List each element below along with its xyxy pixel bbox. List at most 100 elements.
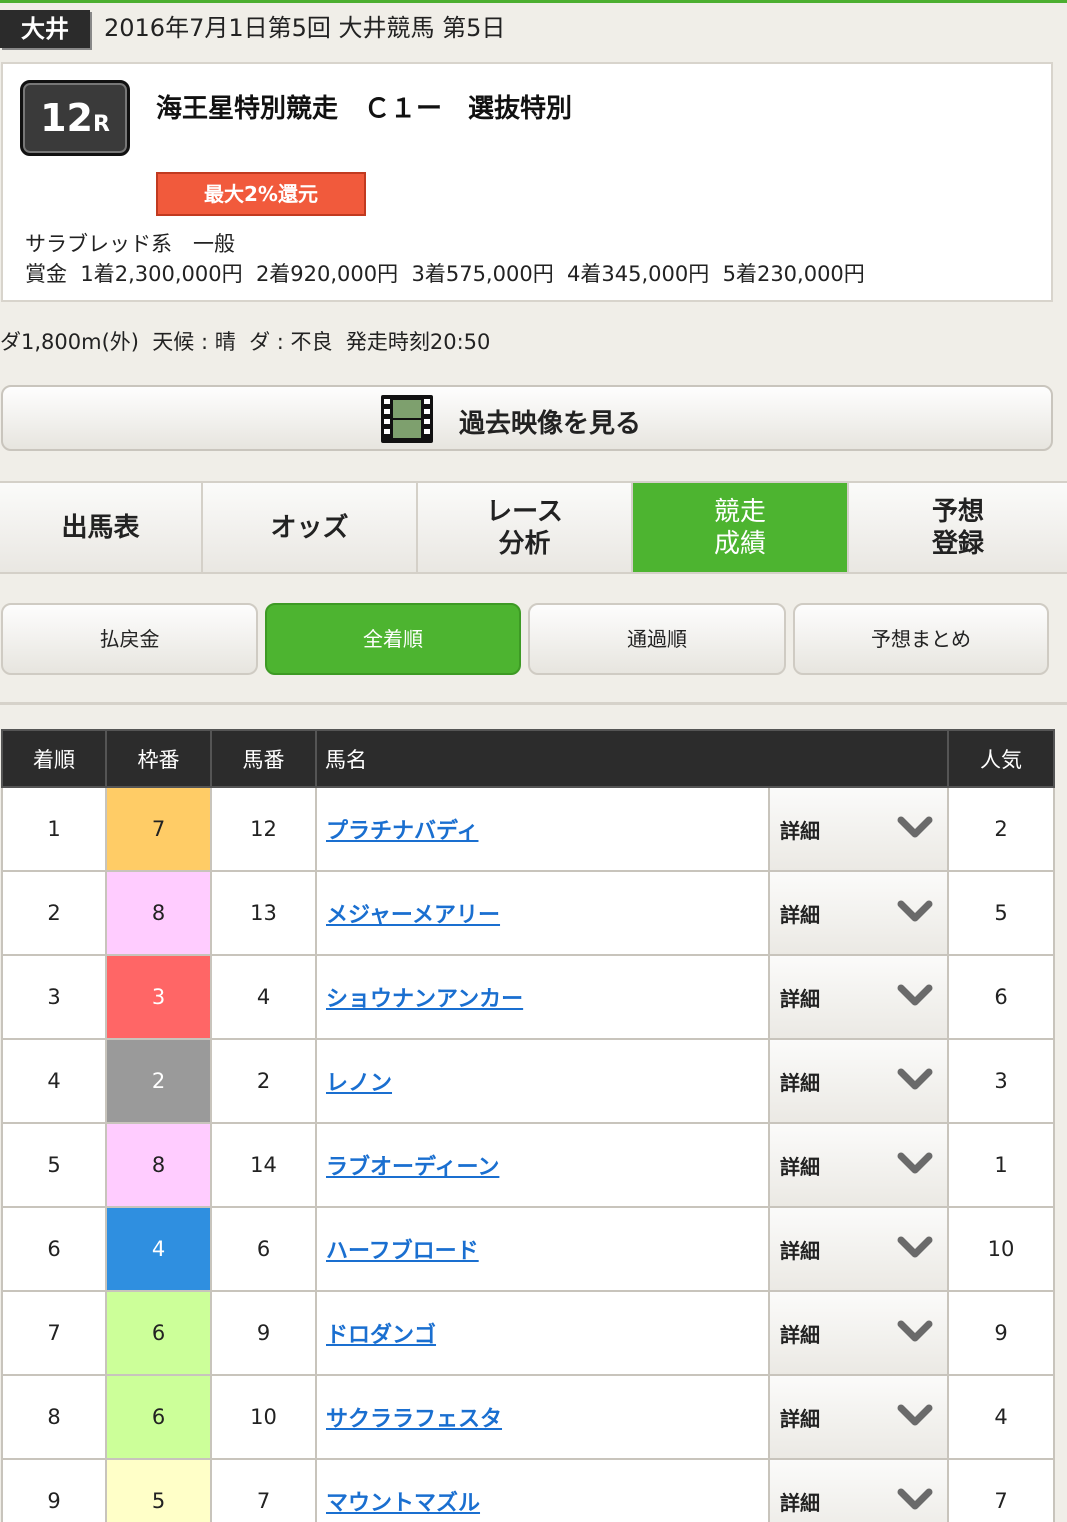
table-row: 7 6 9 ドロダンゴ 詳細 9 xyxy=(1,1290,1055,1376)
table-row: 5 8 14 ラブオーディーン 詳細 1 xyxy=(1,1122,1055,1208)
popularity-cell: 3 xyxy=(947,1038,1055,1124)
table-row: 4 2 2 レノン 詳細 3 xyxy=(1,1038,1055,1124)
header-popularity: 人気 xyxy=(947,729,1055,788)
tab-entries[interactable]: 出馬表 xyxy=(0,483,203,572)
horse-number-cell: 14 xyxy=(210,1122,317,1208)
detail-label: 詳細 xyxy=(780,1238,820,1263)
venue-badge: 大井 xyxy=(0,10,90,48)
frame-cell: 4 xyxy=(105,1206,212,1292)
detail-toggle[interactable]: 詳細 xyxy=(768,1038,949,1124)
tab-odds[interactable]: オッズ xyxy=(203,483,418,572)
popularity-cell: 1 xyxy=(947,1122,1055,1208)
race-prize: 賞金 1着2,300,000円 2着920,000円 3着575,000円 4着… xyxy=(25,262,865,286)
horse-name-link[interactable]: レノン xyxy=(326,1071,392,1096)
horse-name-cell: ラブオーディーン xyxy=(315,1122,770,1208)
horse-name-link[interactable]: ラブオーディーン xyxy=(326,1155,499,1180)
tab-race-results[interactable]: 競走 成績 xyxy=(633,483,849,572)
table-row: 2 8 13 メジャーメアリー 詳細 5 xyxy=(1,870,1055,956)
horse-name-cell: ハーフブロード xyxy=(315,1206,770,1292)
race-title: 海王星特別競走 Ｃ１ー 選抜特別 xyxy=(156,94,573,124)
horse-name-link[interactable]: プラチナバディ xyxy=(326,819,478,844)
detail-toggle[interactable]: 詳細 xyxy=(768,1374,949,1460)
results-table: 着順 枠番 馬番 馬名 人気 1 7 12 プラチナバディ 詳細 2 2 8 13 メジャーメアリ… xyxy=(1,729,1055,1522)
meeting-header: 大井 2016年7月1日第5回 大井競馬 第5日 xyxy=(0,8,1067,48)
horse-number-cell: 9 xyxy=(210,1290,317,1376)
detail-label: 詳細 xyxy=(780,1322,820,1347)
detail-toggle[interactable]: 詳細 xyxy=(768,954,949,1040)
subtab-passing-order[interactable]: 通過順 xyxy=(528,603,786,675)
rank-cell: 8 xyxy=(1,1374,107,1460)
header-rank: 着順 xyxy=(1,729,107,788)
horse-name-link[interactable]: サクララフェスタ xyxy=(326,1407,502,1432)
race-number: 12 xyxy=(40,96,93,140)
tab-race-analysis[interactable]: レース 分析 xyxy=(418,483,633,572)
horse-number-cell: 6 xyxy=(210,1206,317,1292)
top-accent-line xyxy=(0,0,1067,3)
frame-cell: 6 xyxy=(105,1290,212,1376)
rank-cell: 9 xyxy=(1,1458,107,1522)
chevron-down-icon xyxy=(897,984,933,1006)
race-info-card: 12R 海王星特別競走 Ｃ１ー 選抜特別 最大2%還元 サラブレッド系 一般 賞… xyxy=(1,62,1053,302)
subtab-prediction-summary[interactable]: 予想まとめ xyxy=(793,603,1049,675)
detail-toggle[interactable]: 詳細 xyxy=(768,1122,949,1208)
horse-number-cell: 7 xyxy=(210,1458,317,1522)
rank-cell: 2 xyxy=(1,870,107,956)
detail-toggle[interactable]: 詳細 xyxy=(768,786,949,872)
horse-name-link[interactable]: ショウナンアンカー xyxy=(326,987,523,1012)
section-divider xyxy=(0,702,1067,705)
film-icon xyxy=(381,395,433,443)
detail-toggle[interactable]: 詳細 xyxy=(768,870,949,956)
subtab-payouts[interactable]: 払戻金 xyxy=(1,603,258,675)
table-header-row: 着順 枠番 馬番 馬名 人気 xyxy=(1,729,1055,788)
popularity-cell: 10 xyxy=(947,1206,1055,1292)
table-row: 8 6 10 サクララフェスタ 詳細 4 xyxy=(1,1374,1055,1460)
chevron-down-icon xyxy=(897,1236,933,1258)
subtab-all-finish-order[interactable]: 全着順 xyxy=(265,603,521,675)
popularity-cell: 5 xyxy=(947,870,1055,956)
detail-label: 詳細 xyxy=(780,986,820,1011)
frame-cell: 6 xyxy=(105,1374,212,1460)
tab-label: 競走 xyxy=(713,496,766,527)
table-row: 3 3 4 ショウナンアンカー 詳細 6 xyxy=(1,954,1055,1040)
past-video-button[interactable]: 過去映像を見る xyxy=(1,385,1053,451)
popularity-cell: 4 xyxy=(947,1374,1055,1460)
chevron-down-icon xyxy=(897,816,933,838)
horse-name-cell: レノン xyxy=(315,1038,770,1124)
table-row: 9 5 7 マウントマズル 詳細 7 xyxy=(1,1458,1055,1522)
main-tabs: 出馬表 オッズ レース 分析 競走 成績 予想 登録 xyxy=(0,481,1067,574)
header-frame: 枠番 xyxy=(105,729,212,788)
horse-name-link[interactable]: メジャーメアリー xyxy=(326,903,500,928)
tab-label: オッズ xyxy=(270,512,349,543)
frame-cell: 3 xyxy=(105,954,212,1040)
meeting-info: 2016年7月1日第5回 大井競馬 第5日 xyxy=(104,14,506,42)
detail-label: 詳細 xyxy=(780,1490,820,1515)
horse-name-cell: ドロダンゴ xyxy=(315,1290,770,1376)
horse-name-cell: メジャーメアリー xyxy=(315,870,770,956)
chevron-down-icon xyxy=(897,1152,933,1174)
detail-toggle[interactable]: 詳細 xyxy=(768,1206,949,1292)
detail-toggle[interactable]: 詳細 xyxy=(768,1458,949,1522)
rank-cell: 3 xyxy=(1,954,107,1040)
detail-toggle[interactable]: 詳細 xyxy=(768,1290,949,1376)
frame-cell: 2 xyxy=(105,1038,212,1124)
horse-name-link[interactable]: マウントマズル xyxy=(326,1491,480,1516)
header-horse-number: 馬番 xyxy=(210,729,317,788)
detail-label: 詳細 xyxy=(780,818,820,843)
frame-cell: 7 xyxy=(105,786,212,872)
chevron-down-icon xyxy=(897,900,933,922)
rebate-badge[interactable]: 最大2%還元 xyxy=(156,172,366,216)
horse-name-link[interactable]: ドロダンゴ xyxy=(326,1323,436,1348)
race-conditions: ダ1,800m(外) 天候 : 晴 ダ : 不良 発走時刻20:50 xyxy=(0,330,491,354)
detail-label: 詳細 xyxy=(780,1154,820,1179)
tab-prediction-register[interactable]: 予想 登録 xyxy=(849,483,1067,572)
frame-cell: 8 xyxy=(105,1122,212,1208)
race-number-badge: 12R xyxy=(20,80,130,156)
horse-number-cell: 12 xyxy=(210,786,317,872)
race-breed: サラブレッド系 一般 xyxy=(25,232,235,256)
popularity-cell: 6 xyxy=(947,954,1055,1040)
popularity-cell: 7 xyxy=(947,1458,1055,1522)
detail-label: 詳細 xyxy=(780,1406,820,1431)
chevron-down-icon xyxy=(897,1404,933,1426)
horse-name-link[interactable]: ハーフブロード xyxy=(326,1239,479,1264)
rank-cell: 1 xyxy=(1,786,107,872)
